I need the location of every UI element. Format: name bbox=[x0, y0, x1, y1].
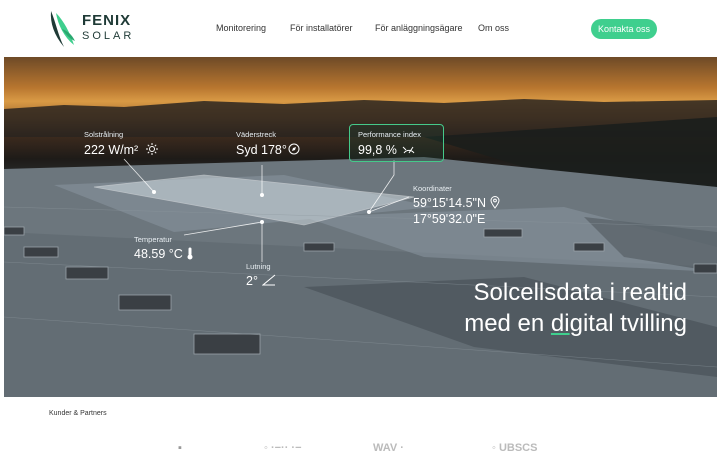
tilt-label: Lutning bbox=[246, 262, 271, 271]
hero-image: Solstrålning 222 W/m² Väderstreck Syd 17… bbox=[4, 57, 717, 397]
coordinates-label: Koordinater bbox=[413, 184, 452, 193]
headline-text-post: gital tvilling bbox=[569, 310, 687, 337]
headline-text-pre: med en bbox=[464, 310, 551, 337]
performance-value: 99,8 % bbox=[358, 143, 397, 157]
partner-logo-3: WAV · bbox=[373, 442, 404, 454]
fenix-solar-logo[interactable]: FENIX SOLAR bbox=[48, 9, 132, 49]
location-pin-icon bbox=[490, 196, 500, 209]
nav-for-installatorer[interactable]: För installatörer bbox=[290, 23, 353, 33]
coordinates-longitude: 17°59'32.0"E bbox=[413, 212, 486, 226]
irradiance-label: Solstrålning bbox=[84, 130, 124, 139]
logo-wordmark: FENIX bbox=[82, 12, 132, 29]
logo-subwordmark: SOLAR bbox=[82, 30, 135, 42]
fenix-leaf-logo-icon bbox=[50, 11, 75, 47]
partner-logo-2: ◦ ·−·· ·− bbox=[264, 442, 302, 454]
partners-heading: Kunder & Partners bbox=[49, 410, 107, 417]
hero-headline-line2: med en digital tvilling bbox=[464, 308, 687, 339]
direction-label: Väderstreck bbox=[236, 130, 277, 139]
nav-om-oss[interactable]: Om oss bbox=[478, 23, 509, 33]
performance-label: Performance index bbox=[358, 130, 421, 139]
direction-value: Syd 178° bbox=[236, 143, 287, 157]
compass-icon bbox=[288, 143, 300, 155]
hero-headline-line1: Solcellsdata i realtid bbox=[473, 279, 687, 306]
angle-icon bbox=[262, 274, 276, 286]
tilt-value: 2° bbox=[246, 274, 258, 288]
hero-headline: Solcellsdata i realtid med en digital tv… bbox=[464, 277, 687, 339]
sun-icon bbox=[146, 143, 158, 155]
irradiance-value: 222 W/m² bbox=[84, 143, 139, 157]
nav-monitorering[interactable]: Monitorering bbox=[216, 23, 266, 33]
contact-button[interactable]: Kontakta oss bbox=[591, 19, 657, 39]
nav-for-anlaggningsagare[interactable]: För anläggningsägare bbox=[375, 23, 463, 33]
site-header: FENIX SOLAR Monitorering För installatör… bbox=[0, 0, 720, 57]
gauge-icon bbox=[402, 146, 415, 154]
coordinates-latitude: 59°15'14.5"N bbox=[413, 196, 486, 210]
temperature-value: 48.59 °C bbox=[134, 247, 183, 261]
temperature-label: Temperatur bbox=[134, 235, 172, 244]
roof-scene-illustration bbox=[4, 99, 717, 397]
headline-text-underlined: di bbox=[550, 310, 570, 337]
thermometer-icon bbox=[187, 247, 193, 260]
partner-logo-4: ◦ UBSCS bbox=[492, 442, 538, 454]
partner-logo-1: ▪ bbox=[178, 442, 182, 454]
